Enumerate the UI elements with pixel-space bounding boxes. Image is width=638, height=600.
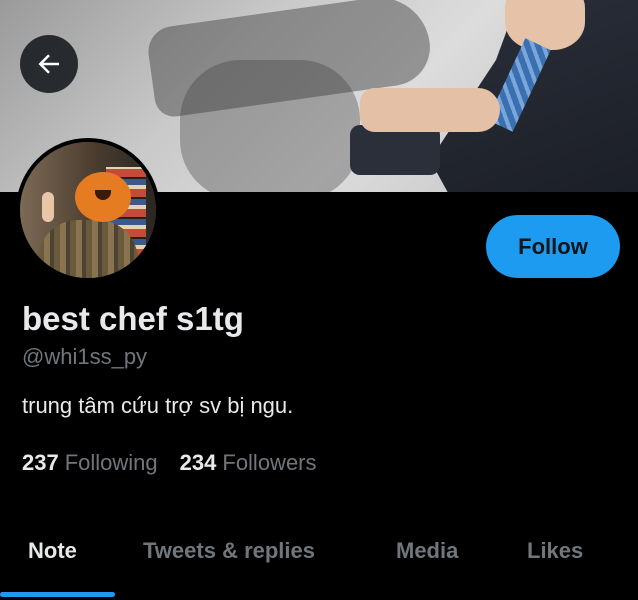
followers-stat[interactable]: 234 Followers xyxy=(180,450,317,476)
display-name: best chef s1tg xyxy=(22,300,244,337)
following-stat[interactable]: 237 Following xyxy=(22,450,158,476)
tab-likes[interactable]: Likes xyxy=(527,538,583,564)
avatar-pumpkin xyxy=(75,172,131,222)
banner-cuff xyxy=(350,125,440,175)
banner-pointing-hand xyxy=(360,88,500,132)
profile-stats: 237 Following 234 Followers xyxy=(22,450,317,476)
tab-tweets-replies[interactable]: Tweets & replies xyxy=(143,538,315,564)
avatar[interactable] xyxy=(16,138,160,282)
avatar-hand xyxy=(42,192,54,222)
follow-button[interactable]: Follow xyxy=(486,215,620,278)
banner-face xyxy=(505,0,585,50)
followers-label: Followers xyxy=(222,450,317,475)
avatar-sweater xyxy=(38,220,138,278)
active-tab-indicator xyxy=(0,592,115,597)
followers-count: 234 xyxy=(179,450,217,475)
tab-note[interactable]: Note xyxy=(28,538,77,564)
arrow-left-icon xyxy=(38,54,59,74)
tab-media[interactable]: Media xyxy=(396,538,458,564)
following-count: 237 xyxy=(22,450,59,475)
user-handle: @whi1ss_py xyxy=(22,344,148,369)
profile-tabs: Note Tweets & replies Media Likes xyxy=(0,520,638,600)
bio: trung tâm cứu trợ sv bị ngu. xyxy=(22,393,294,418)
following-label: Following xyxy=(64,450,158,475)
back-button[interactable] xyxy=(20,35,78,93)
